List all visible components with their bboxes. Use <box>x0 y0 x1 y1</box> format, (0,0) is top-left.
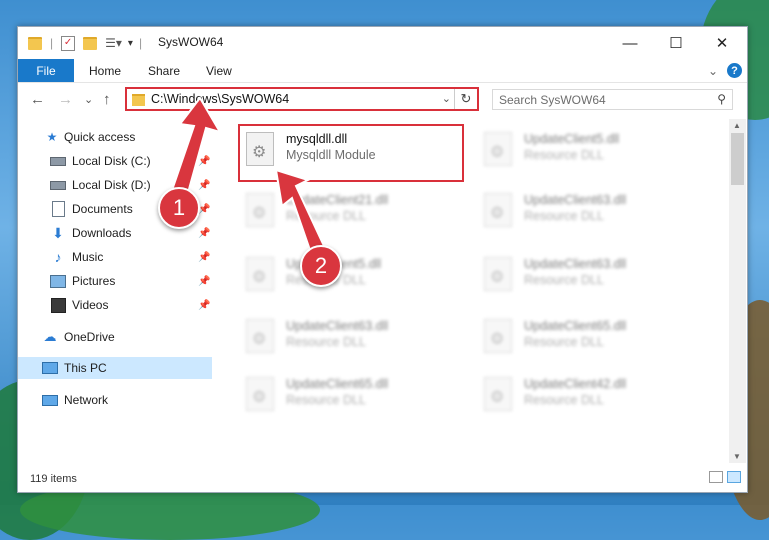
step-badge-2: 2 <box>300 245 342 287</box>
arrow-2 <box>274 168 326 258</box>
annotation-arrows <box>168 96 326 258</box>
step-badge-1: 1 <box>158 187 200 229</box>
arrow-1 <box>168 96 223 202</box>
